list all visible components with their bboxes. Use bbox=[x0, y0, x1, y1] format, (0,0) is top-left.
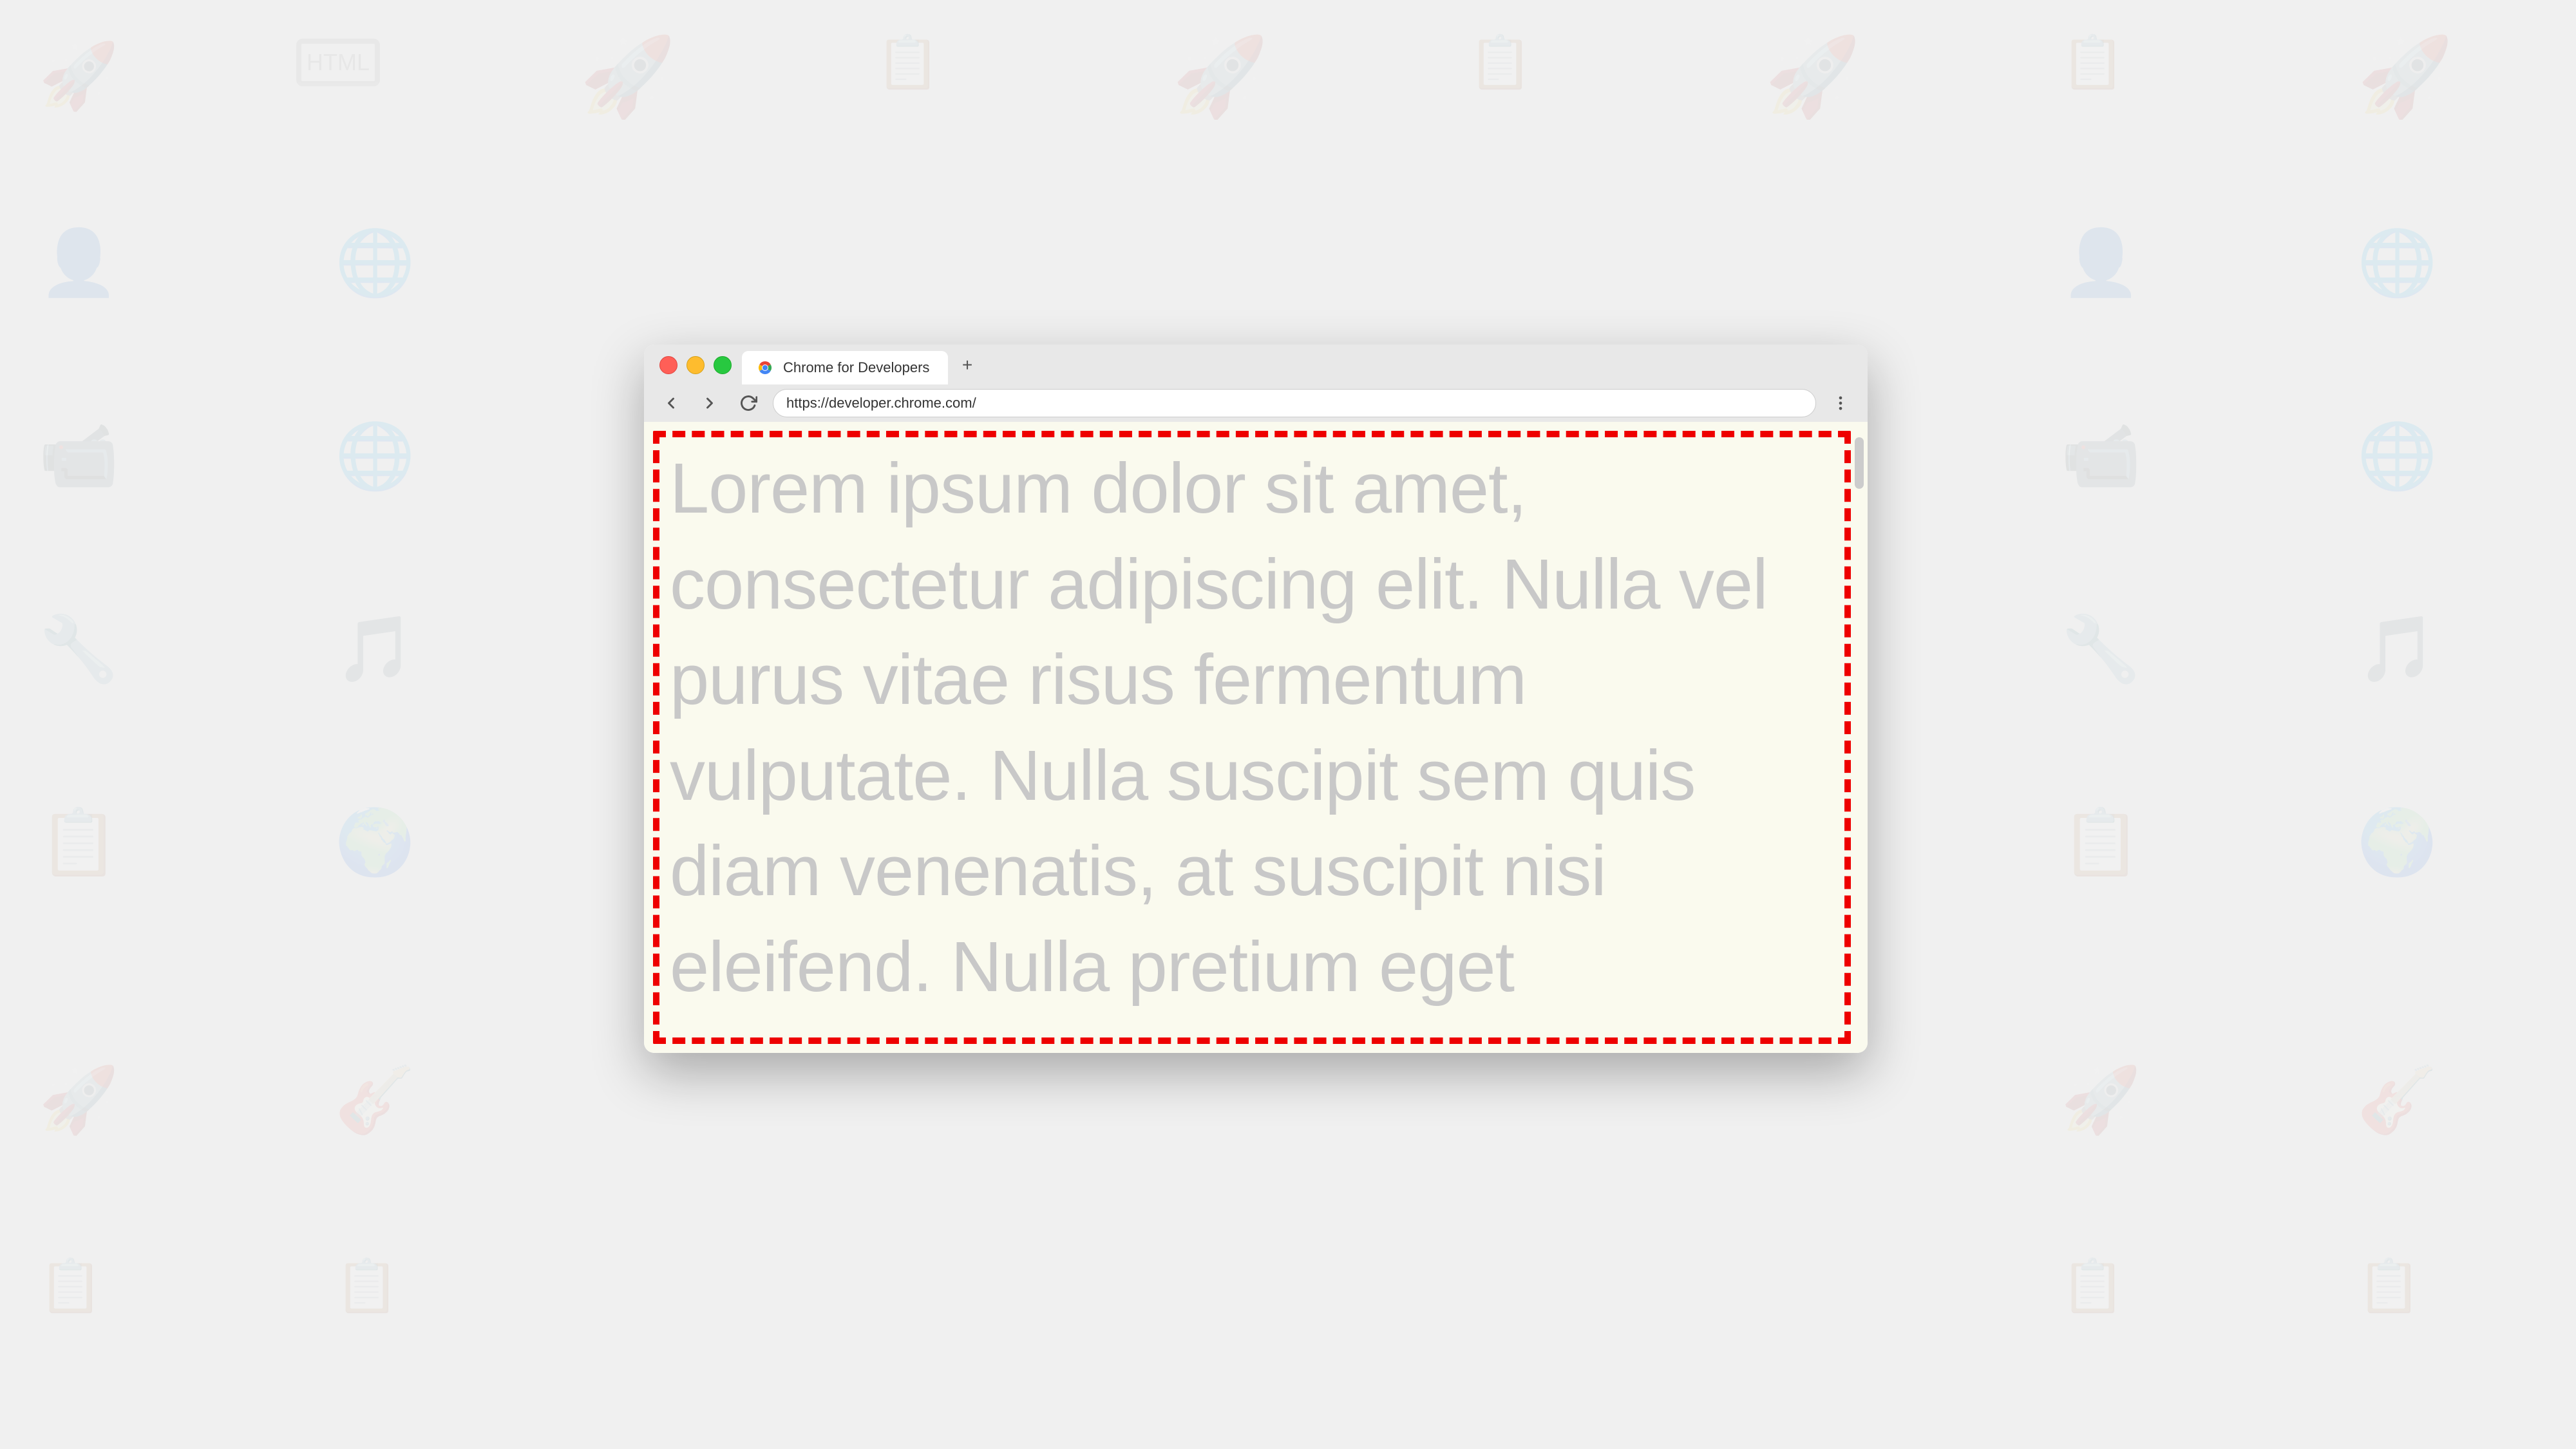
back-button[interactable] bbox=[657, 389, 685, 417]
minimize-button[interactable] bbox=[687, 356, 705, 374]
refresh-button[interactable] bbox=[734, 389, 762, 417]
close-button[interactable] bbox=[659, 356, 677, 374]
browser-tab-active[interactable]: Chrome for Developers bbox=[742, 351, 948, 384]
chrome-favicon bbox=[755, 357, 775, 378]
new-tab-button[interactable]: + bbox=[953, 351, 981, 379]
browser-window: Chrome for Developers + bbox=[644, 345, 1868, 1053]
scrollbar-thumb[interactable] bbox=[1855, 437, 1864, 489]
address-bar-row: https://developer.chrome.com/ bbox=[644, 384, 1868, 422]
url-text: https://developer.chrome.com/ bbox=[786, 395, 976, 412]
browser-content: Lorem ipsum dolor sit amet, consectetur … bbox=[644, 422, 1868, 1053]
maximize-button[interactable] bbox=[714, 356, 732, 374]
page-content-text: Lorem ipsum dolor sit amet, consectetur … bbox=[644, 422, 1848, 1034]
scrollbar[interactable] bbox=[1853, 424, 1865, 1053]
forward-button[interactable] bbox=[696, 389, 724, 417]
address-bar[interactable]: https://developer.chrome.com/ bbox=[773, 389, 1816, 417]
traffic-lights bbox=[654, 356, 742, 384]
tab-bar: Chrome for Developers + bbox=[644, 345, 1868, 384]
browser-menu-button[interactable] bbox=[1826, 389, 1855, 417]
tab-title: Chrome for Developers bbox=[783, 359, 935, 376]
browser-chrome: Chrome for Developers + bbox=[644, 345, 1868, 422]
